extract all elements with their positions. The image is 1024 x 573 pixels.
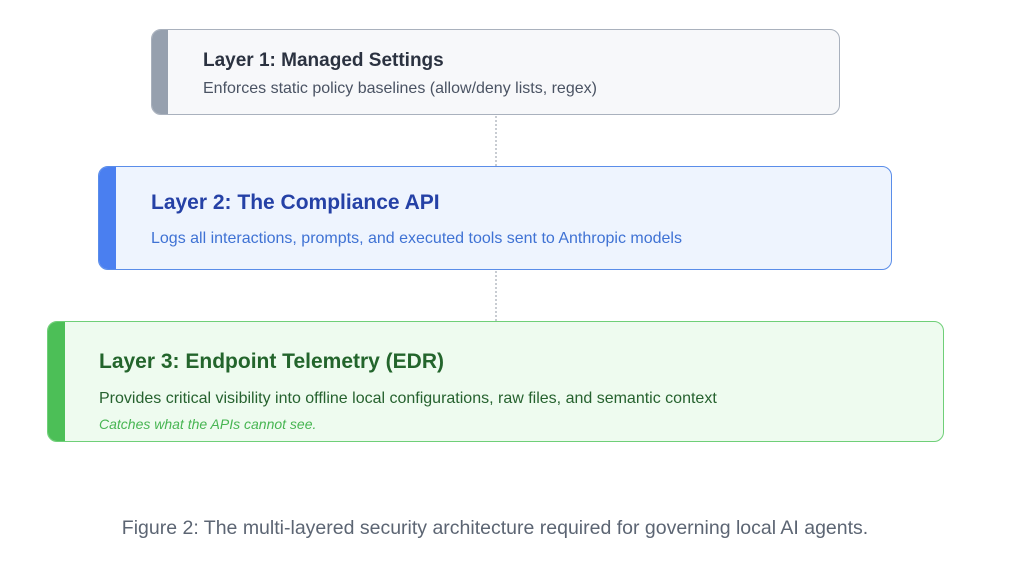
layer-2-accent-bar	[99, 167, 116, 269]
layer-3-box: Layer 3: Endpoint Telemetry (EDR) Provid…	[47, 321, 944, 442]
layer-1-description: Enforces static policy baselines (allow/…	[203, 80, 597, 97]
layer-2-description: Logs all interactions, prompts, and exec…	[151, 230, 682, 247]
figure-caption: Figure 2: The multi-layered security arc…	[121, 517, 869, 539]
layer-3-description: Provides critical visibility into offlin…	[99, 390, 717, 407]
layer-1-title: Layer 1: Managed Settings	[203, 50, 444, 71]
layer-1-accent-bar	[152, 30, 168, 114]
layer-3-title: Layer 3: Endpoint Telemetry (EDR)	[99, 350, 445, 373]
connector-layer-2-to-3	[495, 271, 497, 321]
layer-2-box: Layer 2: The Compliance API Logs all int…	[98, 166, 892, 270]
layer-2-title: Layer 2: The Compliance API	[151, 191, 440, 214]
layer-3-note: Catches what the APIs cannot see.	[99, 416, 317, 432]
connector-layer-1-to-2	[495, 116, 497, 166]
layer-1-box: Layer 1: Managed Settings Enforces stati…	[151, 29, 840, 115]
layer-3-accent-bar	[48, 322, 65, 441]
